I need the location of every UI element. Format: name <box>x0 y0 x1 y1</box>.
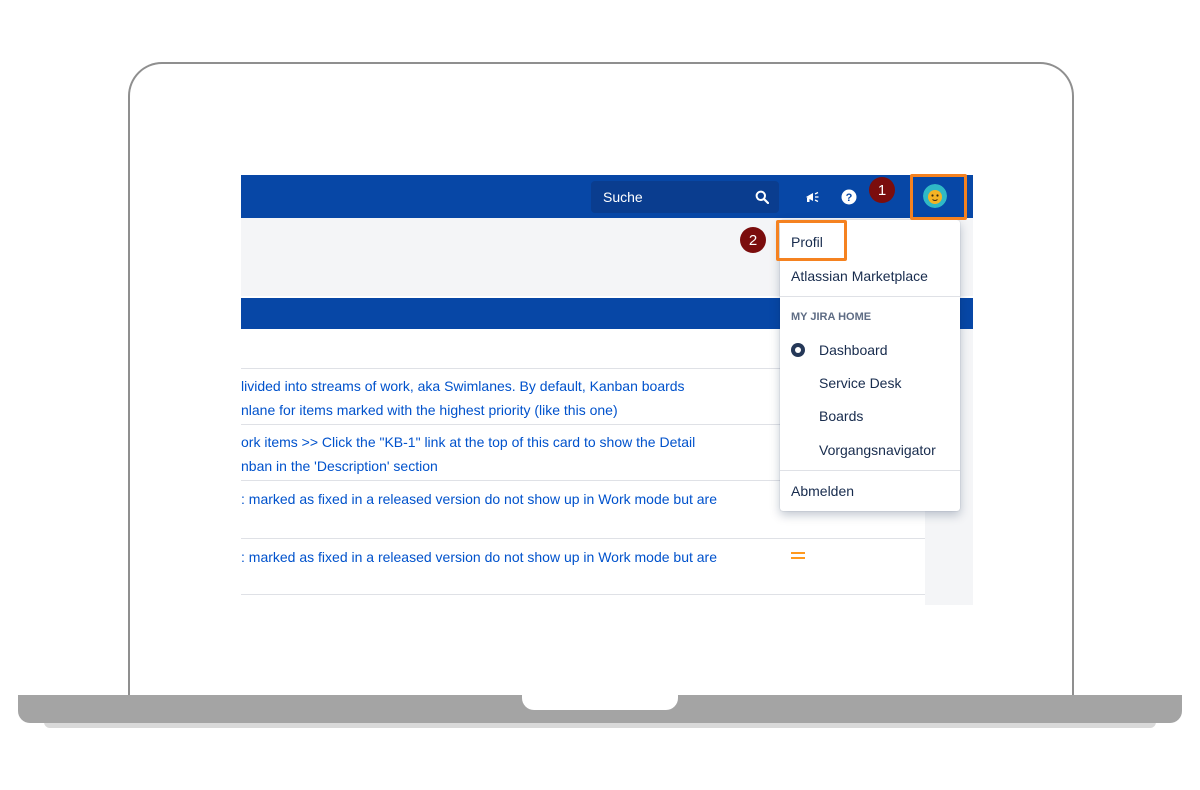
menu-item-dashboard[interactable]: Dashboard <box>780 334 960 366</box>
menu-divider <box>780 296 960 297</box>
issue-text-line[interactable]: : marked as fixed in a released version … <box>241 549 717 565</box>
profile-dropdown-menu: Profil Atlassian Marketplace MY JIRA HOM… <box>780 220 960 511</box>
menu-section-label: MY JIRA HOME <box>791 311 872 323</box>
svg-text:?: ? <box>846 192 853 204</box>
step-2-highlight <box>776 220 847 261</box>
menu-item-issue-navigator[interactable]: Vorgangsnavigator <box>780 434 960 466</box>
top-navigation-bar: ? <box>241 175 973 218</box>
laptop-notch <box>522 695 678 710</box>
menu-item-service-desk[interactable]: Service Desk <box>780 367 960 399</box>
step-1-highlight <box>910 174 967 220</box>
menu-item-label: Service Desk <box>819 375 902 391</box>
step-2-badge: 2 <box>740 227 766 253</box>
menu-item-atlassian-marketplace[interactable]: Atlassian Marketplace <box>780 260 960 292</box>
megaphone-icon[interactable] <box>801 186 823 208</box>
search-input[interactable] <box>591 181 741 213</box>
step-1-badge: 1 <box>869 177 895 203</box>
search-icon[interactable] <box>755 190 769 204</box>
radio-selected-icon[interactable] <box>791 343 805 357</box>
menu-item-boards[interactable]: Boards <box>780 400 960 432</box>
menu-item-label: Boards <box>819 408 864 424</box>
issue-text-line[interactable]: nlane for items marked with the highest … <box>241 402 618 418</box>
search-box[interactable] <box>591 181 779 213</box>
issue-text-line[interactable]: nban in the 'Description' section <box>241 458 438 474</box>
menu-item-label: Atlassian Marketplace <box>791 268 928 284</box>
menu-item-label: Abmelden <box>791 483 855 499</box>
issue-text-line[interactable]: livided into streams of work, aka Swimla… <box>241 378 685 394</box>
issue-row[interactable]: : marked as fixed in a released version … <box>241 538 925 595</box>
menu-item-logout[interactable]: Abmelden <box>780 475 960 507</box>
issue-text-line[interactable]: : marked as fixed in a released version … <box>241 491 717 507</box>
issue-text-line[interactable]: ork items >> Click the "KB-1" link at th… <box>241 434 695 450</box>
priority-medium-icon <box>791 552 805 562</box>
menu-item-label: Vorgangsnavigator <box>819 442 936 458</box>
menu-divider <box>780 470 960 471</box>
help-icon[interactable]: ? <box>838 186 860 208</box>
